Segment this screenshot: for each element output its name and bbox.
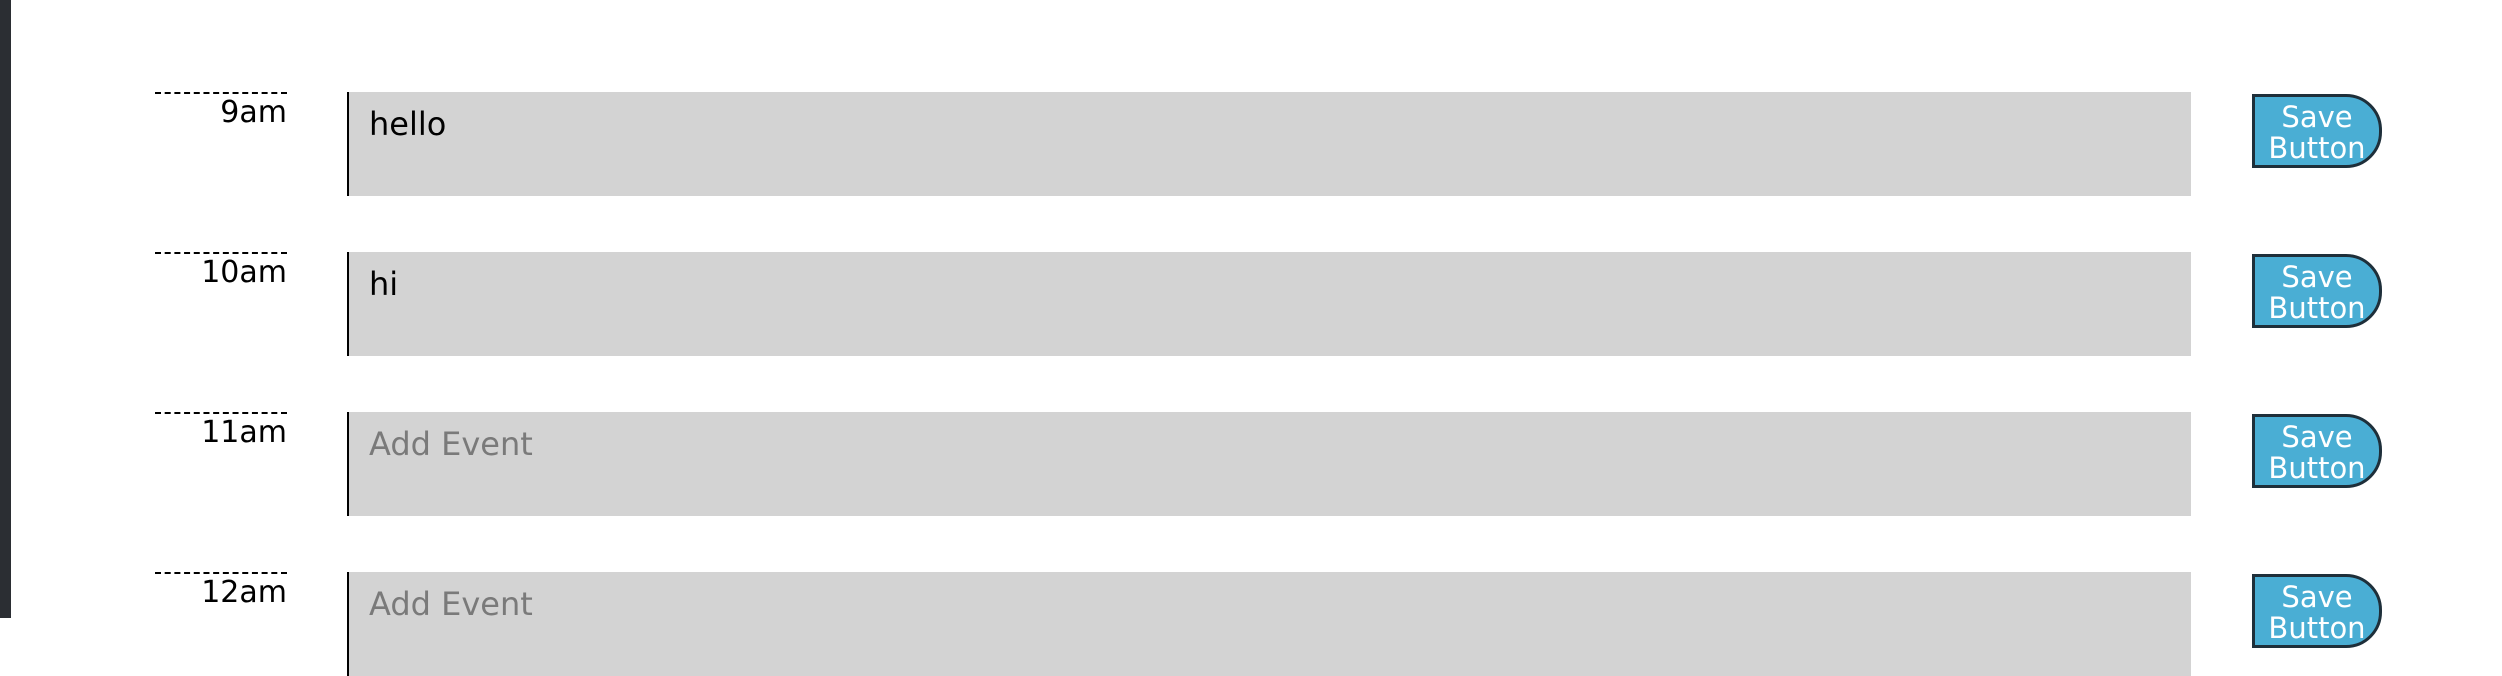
save-button-label-line1: Save — [2281, 420, 2353, 454]
hour-label: 10am — [155, 252, 287, 312]
save-button[interactable]: Save Button — [2252, 414, 2382, 488]
event-textarea[interactable]: hello — [347, 92, 2191, 196]
hour-label: 9am — [155, 92, 287, 152]
event-textarea[interactable] — [347, 572, 2191, 676]
save-button-label-line2: Button — [2268, 291, 2366, 325]
hour-label: 11am — [155, 412, 287, 472]
save-button-label-line1: Save — [2281, 100, 2353, 134]
time-block-11am: 11am Save Button — [0, 412, 2502, 516]
hour-label: 12am — [155, 572, 287, 632]
save-button-label-line2: Button — [2268, 451, 2366, 485]
save-button-label-line1: Save — [2281, 580, 2353, 614]
time-block-12am: 12am Save Button — [0, 572, 2502, 676]
save-button[interactable]: Save Button — [2252, 254, 2382, 328]
time-block-9am: 9am hello Save Button — [0, 92, 2502, 196]
save-button[interactable]: Save Button — [2252, 574, 2382, 648]
time-block-10am: 10am hi Save Button — [0, 252, 2502, 356]
day-scheduler: 9am hello Save Button 10am hi Save Butto… — [0, 0, 2502, 676]
save-button-label-line2: Button — [2268, 131, 2366, 165]
event-textarea[interactable] — [347, 412, 2191, 516]
save-button[interactable]: Save Button — [2252, 94, 2382, 168]
event-textarea[interactable]: hi — [347, 252, 2191, 356]
save-button-label-line1: Save — [2281, 260, 2353, 294]
